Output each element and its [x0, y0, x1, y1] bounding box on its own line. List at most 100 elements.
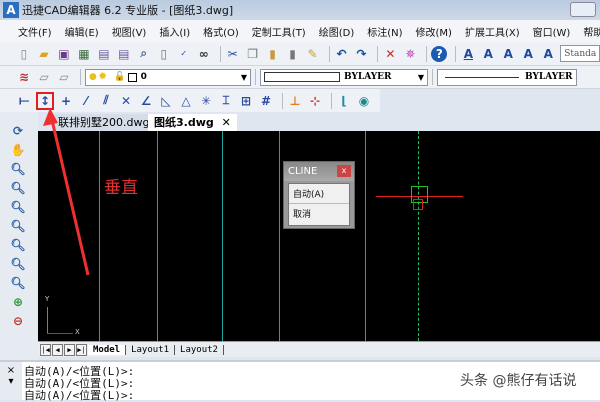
menu-bar: 文件(F) 编辑(E) 视图(V) 插入(I) 格式(O) 定制工具(T) 绘图…: [0, 20, 600, 42]
chevron-down-icon[interactable]: ▼: [241, 72, 247, 82]
tab-model[interactable]: Model: [88, 344, 127, 355]
ucs-icon[interactable]: ⌊: [336, 93, 352, 109]
trim-icon[interactable]: ⊥: [287, 93, 303, 109]
close-icon[interactable]: ✕: [222, 116, 231, 129]
paste-icon[interactable]: ▮: [265, 46, 281, 62]
text-style-icon[interactable]: A: [520, 46, 536, 62]
extend-icon[interactable]: ⊹: [307, 93, 323, 109]
plot-icon[interactable]: ▤: [116, 46, 132, 62]
layer-lock-icon[interactable]: 🔓: [114, 72, 125, 82]
match-properties-icon[interactable]: ✎: [305, 46, 321, 62]
menu-modify[interactable]: 修改(M): [416, 24, 452, 39]
menu-view[interactable]: 视图(V): [112, 24, 147, 39]
text-edit-icon[interactable]: A: [500, 46, 516, 62]
chevron-down-icon[interactable]: ▼: [418, 72, 424, 82]
cut-icon[interactable]: ✂: [225, 46, 241, 62]
horizontal-line-icon[interactable]: ⟝: [16, 93, 32, 109]
spellcheck-icon[interactable]: ✓: [176, 46, 192, 62]
find-icon[interactable]: ∞: [196, 46, 212, 62]
close-icon[interactable]: ×: [0, 365, 22, 376]
bisector-icon[interactable]: ⫽: [98, 93, 114, 109]
next-tab-icon[interactable]: ▶: [64, 343, 75, 356]
zoom-realtime-icon[interactable]: 🔍︎: [10, 161, 26, 177]
first-tab-icon[interactable]: |◀: [40, 343, 51, 356]
explode-icon[interactable]: ✵: [402, 46, 418, 62]
tab-layout1[interactable]: Layout1: [126, 344, 176, 355]
new-icon[interactable]: ▯: [16, 46, 32, 62]
ucs-x-axis: [47, 333, 73, 334]
minimize-button[interactable]: [570, 2, 596, 17]
text-style-select[interactable]: Standa: [560, 45, 600, 62]
redo-icon[interactable]: ↷: [354, 46, 370, 62]
copy-icon[interactable]: ❐: [245, 46, 261, 62]
menu-extend-tools[interactable]: 扩展工具(X): [465, 24, 520, 39]
find-text-icon[interactable]: A: [540, 46, 556, 62]
menu-item-cancel[interactable]: 取消: [289, 204, 349, 223]
window-title: 迅捷CAD编辑器 6.2 专业版 - [图纸3.dwg]: [22, 4, 234, 17]
grid-icon[interactable]: ⊞: [238, 93, 254, 109]
zoom-in-icon[interactable]: ⊕: [10, 294, 26, 310]
angle-icon[interactable]: ◺: [158, 93, 174, 109]
star-icon[interactable]: ✳: [198, 93, 214, 109]
print-preview-icon[interactable]: ⌕: [136, 46, 152, 62]
menu-edit[interactable]: 编辑(E): [65, 24, 99, 39]
grid-dense-icon[interactable]: #: [258, 93, 274, 109]
open-icon[interactable]: ▰: [36, 46, 52, 62]
publish-icon[interactable]: ▯: [156, 46, 172, 62]
chevron-down-icon[interactable]: ▾: [0, 376, 22, 387]
zoom-extents-icon[interactable]: 🔍︎: [10, 275, 26, 291]
pan-icon[interactable]: ✋: [10, 142, 26, 158]
offset-line-icon[interactable]: ✕: [118, 93, 134, 109]
undo-icon[interactable]: ↶: [334, 46, 350, 62]
ray-icon[interactable]: ∠: [138, 93, 154, 109]
layer-select[interactable]: ● ✹ 🔓 0 ▼: [85, 68, 251, 86]
zoom-center-icon[interactable]: 🔍︎: [10, 256, 26, 272]
zoom-previous-icon[interactable]: 🔍︎: [10, 180, 26, 196]
mtext-icon[interactable]: A: [480, 46, 496, 62]
last-tab-icon[interactable]: ▶|: [76, 343, 87, 356]
menu-help[interactable]: 帮助(H): [583, 24, 600, 39]
triangle-icon[interactable]: △: [178, 93, 194, 109]
parallel-icon[interactable]: ⌶: [218, 93, 234, 109]
linetype-select[interactable]: BYLAYER: [437, 68, 577, 86]
regen-icon[interactable]: ⟳: [10, 123, 26, 139]
menu-window[interactable]: 窗口(W): [533, 24, 571, 39]
tab-layout2[interactable]: Layout2: [175, 344, 224, 355]
prev-tab-icon[interactable]: ◀: [52, 343, 63, 356]
menu-file[interactable]: 文件(F): [18, 24, 52, 39]
command-window[interactable]: 自动(A)/<位置(L)>: 自动(A)/<位置(L)>: 自动(A)/<位置(…: [0, 360, 600, 402]
layer-previous-icon[interactable]: ▱: [36, 69, 52, 85]
help-icon[interactable]: ?: [431, 45, 448, 62]
layer-states-icon[interactable]: ▱: [56, 69, 72, 85]
vertical-line-icon[interactable]: ↕: [36, 91, 54, 110]
zoom-out-icon[interactable]: ⊖: [10, 313, 26, 329]
menu-insert[interactable]: 插入(I): [159, 24, 190, 39]
color-select[interactable]: BYLAYER ▼: [260, 68, 428, 86]
layer-manager-icon[interactable]: ≋: [16, 69, 32, 85]
construction-line: [222, 131, 223, 341]
menu-format[interactable]: 格式(O): [203, 24, 239, 39]
view-toolbar: ⟳ ✋ 🔍︎ 🔍︎ 🔍︎ 🔍︎ 🔍︎ 🔍︎ 🔍︎ ⊕ ⊖: [0, 112, 38, 362]
save-icon[interactable]: ▣: [56, 46, 72, 62]
angle-line-icon[interactable]: ⁄: [78, 93, 94, 109]
menu-item-auto[interactable]: 自动(A): [289, 184, 349, 204]
save-as-icon[interactable]: ▦: [76, 46, 92, 62]
tab-file-1[interactable]: 联排别墅200.dwg: [52, 114, 156, 131]
tab-file-2[interactable]: 图纸3.dwg ✕: [148, 114, 237, 131]
close-icon[interactable]: x: [337, 165, 351, 177]
print-icon[interactable]: ▤: [96, 46, 112, 62]
layer-on-icon[interactable]: ●: [89, 72, 97, 82]
zoom-dynamic-icon[interactable]: 🔍︎: [10, 218, 26, 234]
text-icon[interactable]: A: [460, 46, 476, 62]
layer-freeze-icon[interactable]: ✹: [99, 72, 107, 82]
menu-draw[interactable]: 绘图(D): [319, 24, 355, 39]
menu-dimension[interactable]: 标注(N): [367, 24, 402, 39]
cross-line-icon[interactable]: +: [58, 93, 74, 109]
zoom-window-icon[interactable]: 🔍︎: [10, 199, 26, 215]
paste-special-icon[interactable]: ▮: [285, 46, 301, 62]
zoom-scale-icon[interactable]: 🔍︎: [10, 237, 26, 253]
globe-icon[interactable]: ◉: [356, 93, 372, 109]
delete-icon[interactable]: ✕: [382, 46, 398, 62]
menu-custom-tools[interactable]: 定制工具(T): [252, 24, 306, 39]
tab-label: 联排别墅200.dwg: [58, 116, 150, 129]
